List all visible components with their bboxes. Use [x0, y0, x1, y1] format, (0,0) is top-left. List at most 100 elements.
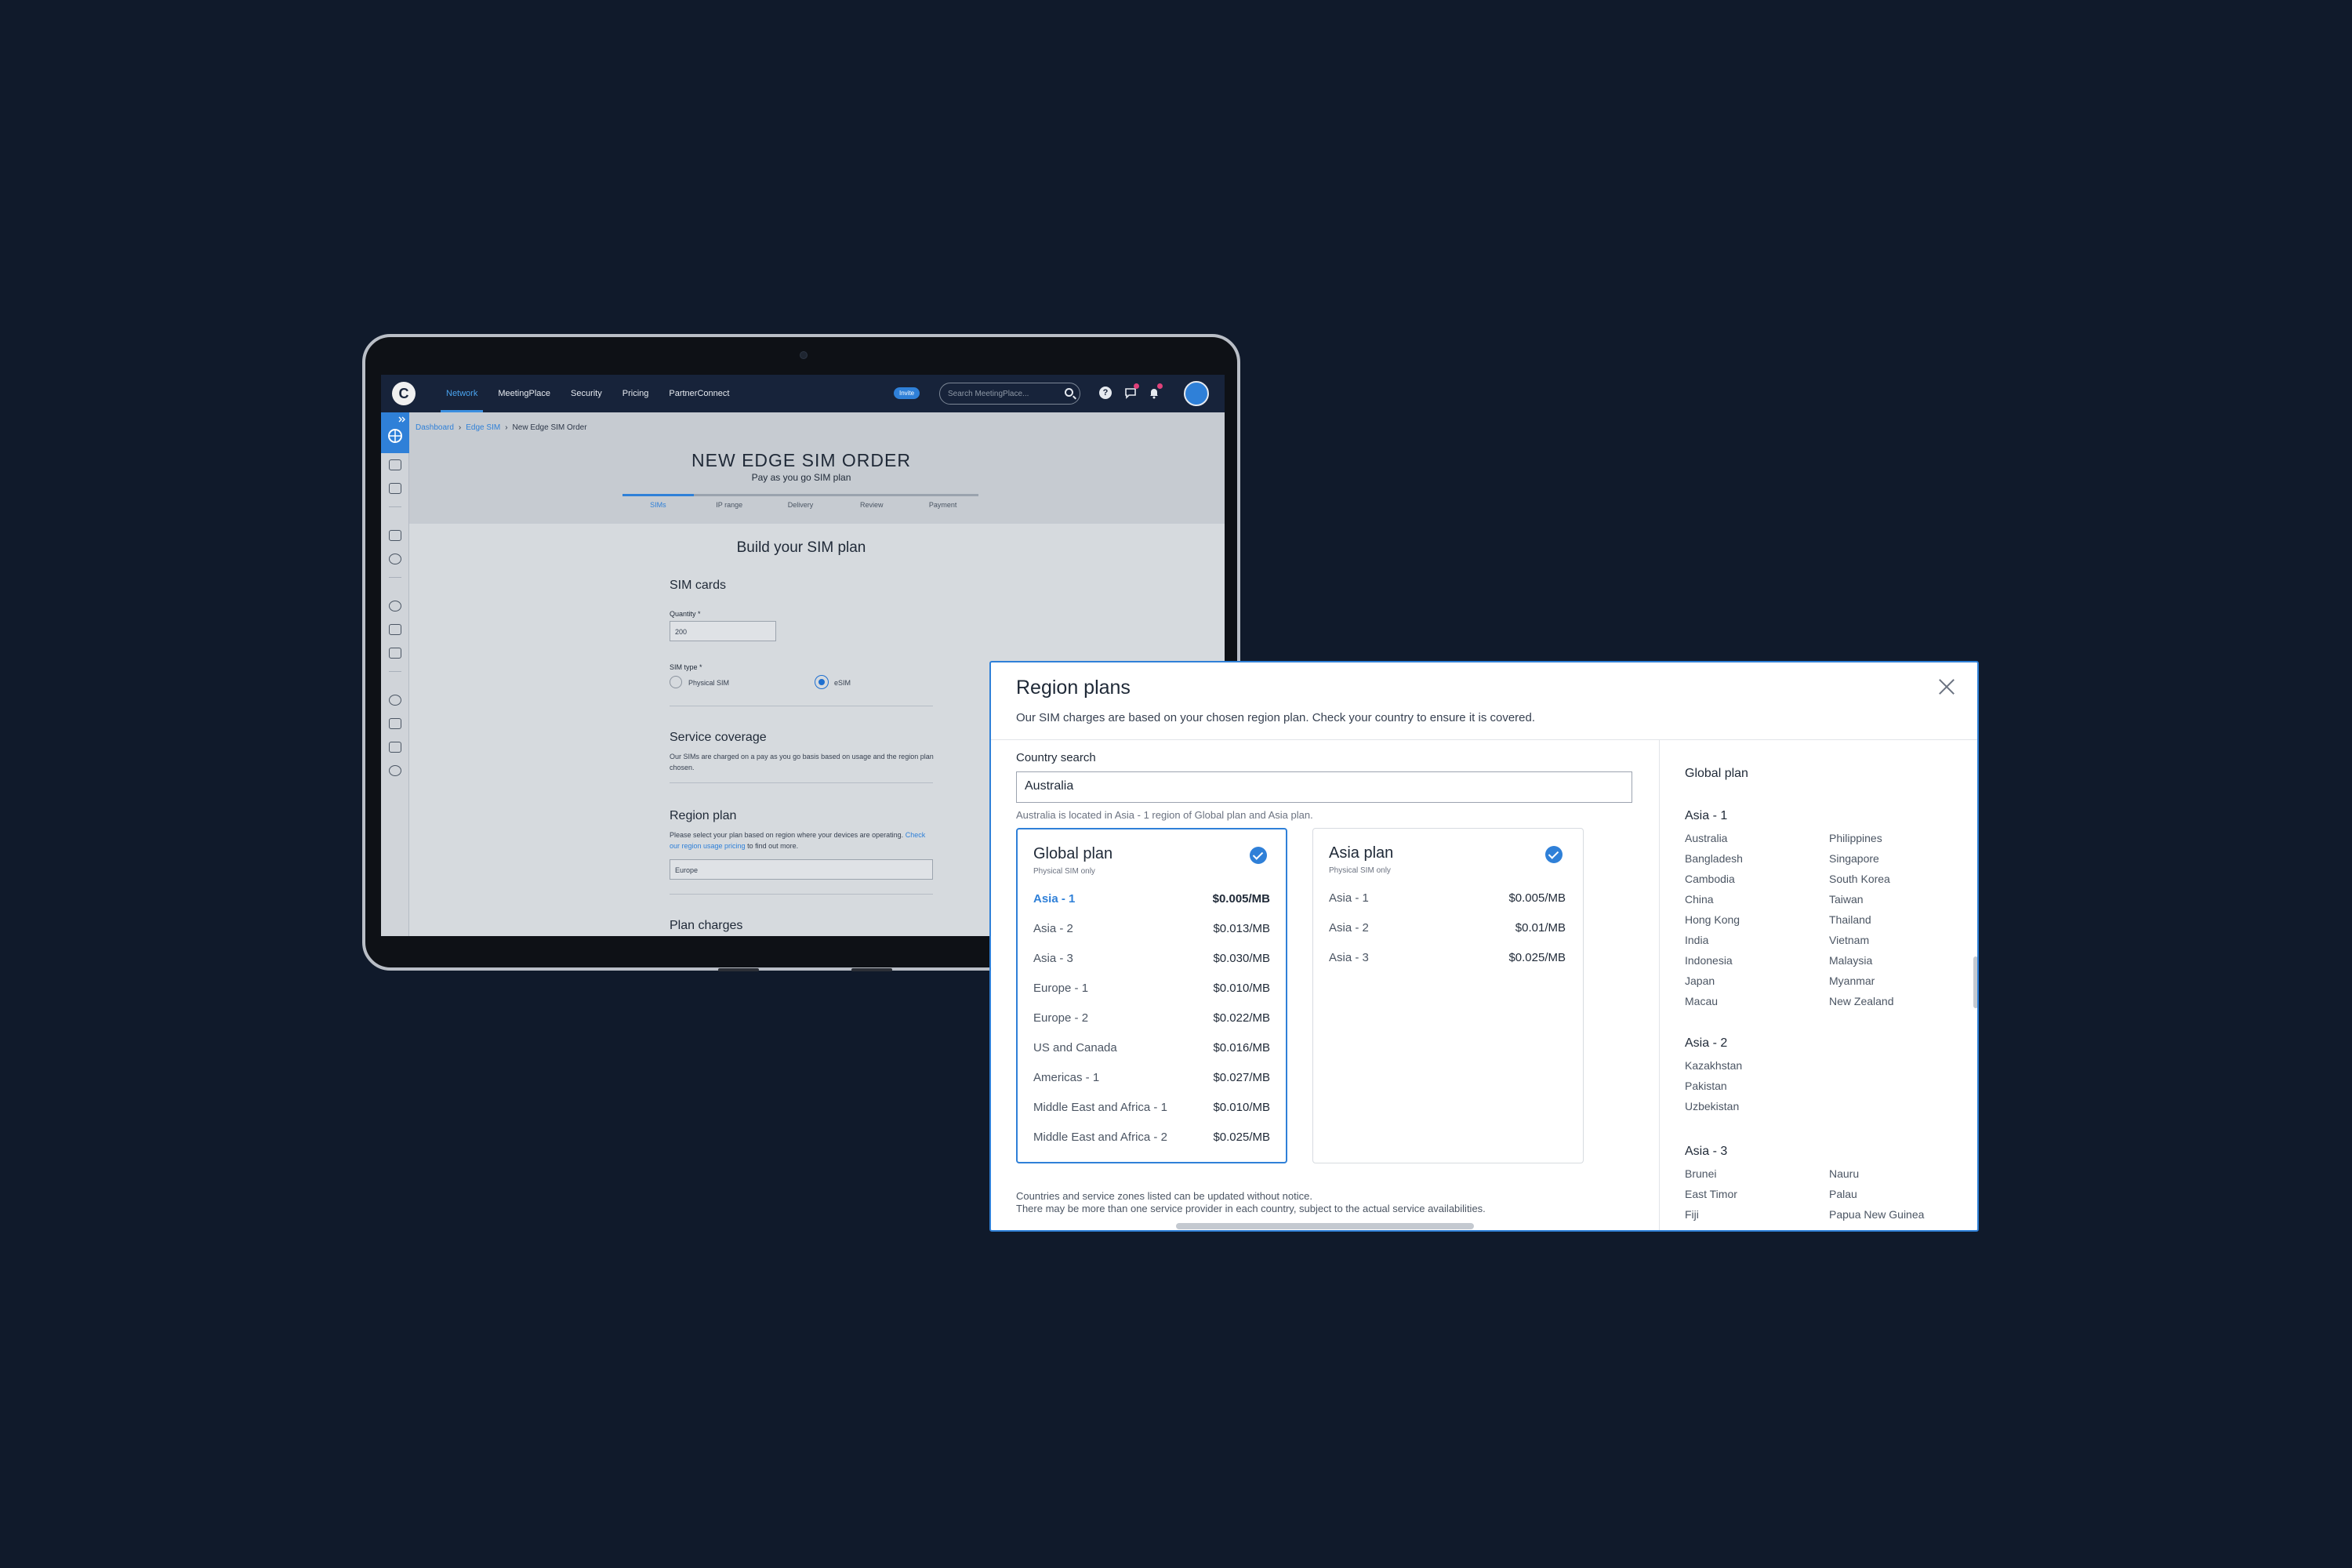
country: Taiwan: [1829, 893, 1864, 906]
region-plans-modal: Region plans Our SIM charges are based o…: [989, 661, 1979, 1232]
breadcrumb-separator-icon: ›: [505, 423, 508, 432]
quantity-field[interactable]: 200: [670, 621, 776, 641]
country-list: Australia Bangladesh Cambodia China Hong…: [1685, 828, 1743, 1011]
region-price: $0.005/MB: [1212, 892, 1270, 906]
region-price: $0.010/MB: [1213, 1101, 1270, 1114]
nav-network[interactable]: Network: [436, 375, 488, 412]
country: Indonesia: [1685, 954, 1733, 967]
divider: [670, 894, 933, 895]
country: South Korea: [1829, 873, 1890, 885]
region-heading: Asia - 1: [1685, 809, 1728, 822]
country-list: Philippines Singapore South Korea Taiwan…: [1829, 828, 1894, 1011]
country: Japan: [1685, 975, 1715, 987]
breadcrumb-current: New Edge SIM Order: [512, 423, 587, 432]
country-list: Nauru Palau Papua New Guinea: [1829, 1163, 1924, 1225]
region-name: US and Canada: [1033, 1041, 1117, 1054]
step-delivery[interactable]: Delivery: [765, 496, 837, 513]
step-ip-range[interactable]: IP range: [694, 496, 765, 513]
sim-card-icon[interactable]: [389, 648, 401, 659]
asia-plan-card[interactable]: Asia plan Physical SIM only Asia - 1 $0.0…: [1312, 828, 1584, 1163]
build-title: Build your SIM plan: [736, 539, 866, 556]
country: Pakistan: [1685, 1080, 1727, 1092]
global-plan-card[interactable]: Global plan Physical SIM only Asia - 1 $0…: [1016, 828, 1287, 1163]
modal-subtitle: Our SIM charges are based on your chosen…: [1016, 711, 1536, 724]
cloud-icon[interactable]: [389, 624, 401, 635]
country: Philippines: [1829, 832, 1882, 844]
footnote: There may be more than one service provi…: [1016, 1203, 1486, 1214]
nav-security[interactable]: Security: [561, 375, 612, 412]
dashboard-icon[interactable]: [389, 483, 401, 494]
sim-type-label: SIM type *: [670, 663, 702, 671]
plan-subtitle: Physical SIM only: [1033, 867, 1095, 876]
horizontal-scrollbar[interactable]: [1176, 1223, 1474, 1229]
modal-right-panel: Global plan Asia - 1 Australia Banglades…: [1659, 740, 1977, 1230]
nav-partnerconnect[interactable]: PartnerConnect: [659, 375, 739, 412]
hinge-right: [851, 968, 892, 971]
mail-icon[interactable]: [389, 718, 401, 729]
search-input[interactable]: Search MeetingPlace...: [939, 383, 1080, 405]
step-review[interactable]: Review: [836, 496, 907, 513]
country: Malaysia: [1829, 954, 1873, 967]
region-name: Middle East and Africa - 2: [1033, 1131, 1167, 1144]
region-name: Americas - 1: [1033, 1071, 1100, 1084]
country: Bangladesh: [1685, 852, 1743, 865]
plan-row: Americas - 1 $0.027/MB: [1033, 1071, 1270, 1087]
region-price: $0.01/MB: [1515, 921, 1566, 935]
sidebar-active-item[interactable]: [381, 412, 409, 453]
step-sims[interactable]: SIMs: [622, 494, 694, 513]
globe-icon[interactable]: [389, 601, 401, 612]
radio-physical-sim[interactable]: [670, 676, 682, 688]
nav-pricing[interactable]: Pricing: [612, 375, 659, 412]
grid-icon[interactable]: [389, 459, 401, 470]
country-list: Brunei East Timor Fiji: [1685, 1163, 1737, 1225]
avatar[interactable]: [1184, 381, 1209, 406]
country-list: Kazakhstan Pakistan Uzbekistan: [1685, 1055, 1742, 1116]
region-price: $0.025/MB: [1508, 951, 1566, 964]
country: Palau: [1829, 1188, 1857, 1200]
plan-row: Middle East and Africa - 1 $0.010/MB: [1033, 1101, 1270, 1116]
help-icon[interactable]: ?: [1099, 387, 1112, 399]
nav-meetingplace[interactable]: MeetingPlace: [488, 375, 561, 412]
search-icon[interactable]: [1065, 388, 1073, 397]
chat-icon[interactable]: [1124, 383, 1139, 399]
physical-sim-label: Physical SIM: [688, 679, 730, 687]
move-icon[interactable]: [389, 554, 401, 564]
plan-row: Asia - 1 $0.005/MB: [1329, 891, 1566, 907]
sidebar-divider: [389, 506, 401, 507]
vertical-scrollbar[interactable]: [1973, 956, 1977, 1008]
country: Kazakhstan: [1685, 1059, 1743, 1072]
sidebar: [381, 412, 409, 936]
plan-subtitle: Physical SIM only: [1329, 866, 1391, 875]
country: Cambodia: [1685, 873, 1735, 885]
brand-logo[interactable]: C: [392, 382, 416, 405]
region-heading: Asia - 3: [1685, 1145, 1728, 1158]
radio-esim[interactable]: [815, 676, 828, 688]
step-payment[interactable]: Payment: [907, 496, 978, 513]
progress-steps: SIMs IP range Delivery Review Payment: [622, 494, 978, 513]
country-search-label: Country search: [1016, 751, 1096, 764]
country-search-input[interactable]: Australia: [1016, 771, 1632, 803]
breadcrumb-edge-sim[interactable]: Edge SIM: [466, 423, 500, 432]
sim-cards-heading: SIM cards: [670, 579, 727, 592]
region-price: $0.010/MB: [1213, 982, 1270, 995]
region-plan-text: Please select your plan based on region …: [670, 829, 936, 851]
region-name: Asia - 2: [1329, 921, 1369, 935]
invite-button[interactable]: Invite: [894, 387, 920, 399]
logo-letter: C: [398, 385, 409, 401]
help-circle-icon[interactable]: [389, 695, 401, 706]
check-icon: [1545, 846, 1563, 863]
network-icon[interactable]: [389, 765, 401, 776]
esim-label: eSIM: [834, 679, 851, 687]
country: China: [1685, 893, 1714, 906]
message-icon[interactable]: [389, 742, 401, 753]
breadcrumb-dashboard[interactable]: Dashboard: [416, 423, 454, 432]
region-name: Asia - 2: [1033, 922, 1073, 935]
country: Hong Kong: [1685, 913, 1740, 926]
bell-icon[interactable]: [1148, 383, 1163, 399]
monitor-icon[interactable]: [389, 530, 401, 541]
region-plan-select[interactable]: Europe: [670, 859, 933, 880]
country: Myanmar: [1829, 975, 1875, 987]
region-price: $0.022/MB: [1213, 1011, 1270, 1025]
close-icon[interactable]: [1933, 673, 1960, 700]
top-navigation: C Network MeetingPlace Security Pricing …: [381, 375, 1225, 412]
